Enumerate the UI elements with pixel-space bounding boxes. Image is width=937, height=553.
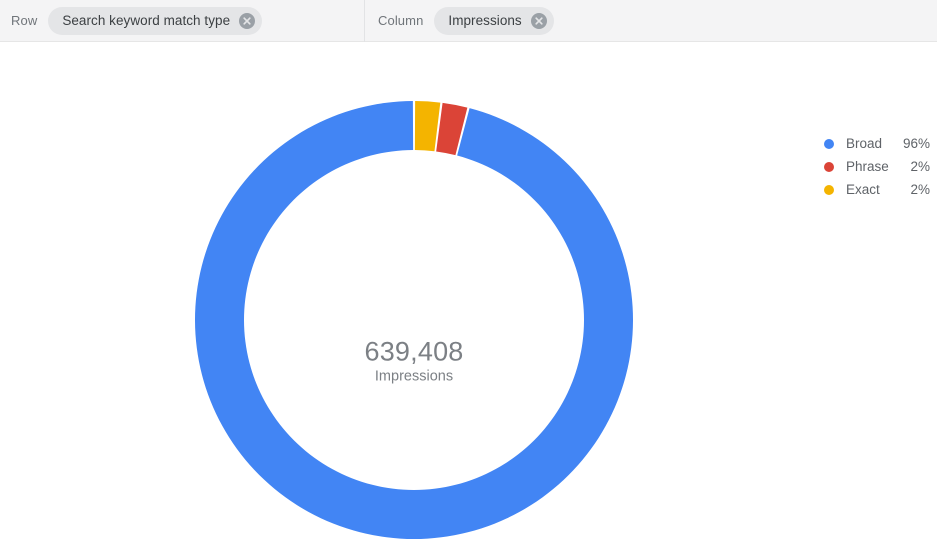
row-filter-group: Row Search keyword match type — [11, 0, 263, 41]
column-chip-impressions[interactable]: Impressions — [434, 6, 554, 35]
legend-color-swatch-icon — [824, 184, 834, 195]
legend-item-percent: 2% — [910, 159, 930, 174]
donut-slice-exact[interactable] — [414, 101, 441, 152]
row-chip-label: Search keyword match type — [62, 13, 231, 28]
legend-item[interactable]: Exact 2% — [820, 178, 930, 201]
legend-item-label: Phrase — [846, 159, 889, 174]
donut-slice-broad[interactable] — [195, 101, 633, 539]
row-label: Row — [11, 13, 38, 28]
close-circle-icon[interactable] — [530, 12, 547, 29]
filter-bar: Row Search keyword match type Column Imp… — [0, 0, 937, 42]
filter-bar-divider — [364, 0, 365, 42]
column-filter-group: Column Impressions — [378, 0, 554, 41]
row-chip-search-keyword-match-type[interactable]: Search keyword match type — [48, 6, 263, 35]
legend-item-percent: 96% — [902, 136, 930, 151]
close-circle-icon[interactable] — [239, 12, 256, 29]
legend-item-label: Exact — [846, 182, 880, 197]
column-label: Column — [378, 13, 424, 28]
legend-item[interactable]: Broad 96% — [820, 132, 930, 155]
legend-color-swatch-icon — [824, 138, 834, 149]
donut-slices[interactable] — [195, 101, 633, 539]
legend-item[interactable]: Phrase 2% — [820, 155, 930, 178]
chart-legend: Broad 96% Phrase 2% Exact 2% — [820, 132, 930, 201]
chart-area: 639,408 Impressions Broad 96% Phrase 2% … — [0, 42, 937, 553]
legend-item-label: Broad — [846, 136, 883, 151]
donut-chart[interactable] — [0, 42, 937, 553]
column-chip-label: Impressions — [448, 13, 522, 28]
legend-color-swatch-icon — [824, 161, 834, 172]
legend-item-percent: 2% — [910, 182, 930, 197]
